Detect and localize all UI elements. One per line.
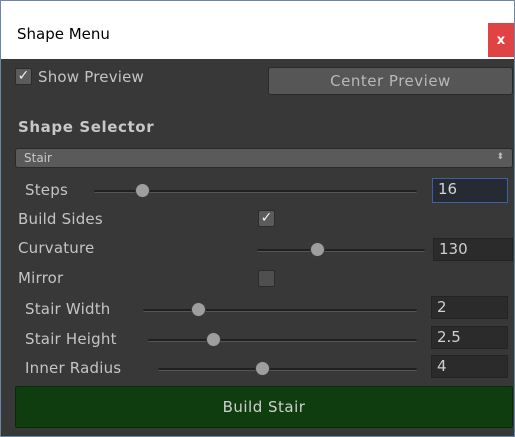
build-sides-checkbox[interactable]: ✓ xyxy=(258,210,275,227)
title-bar[interactable]: Shape Menu x xyxy=(1,1,514,59)
curvature-input[interactable]: 130 xyxy=(433,238,513,261)
stair-height-input[interactable]: 2.5 xyxy=(431,326,508,349)
close-icon: x xyxy=(496,32,506,48)
close-button[interactable]: x xyxy=(488,23,514,57)
stair-width-input[interactable]: 2 xyxy=(431,296,508,319)
mirror-checkbox[interactable] xyxy=(258,270,275,287)
curvature-slider-track[interactable] xyxy=(257,249,425,252)
steps-input[interactable]: 16 xyxy=(432,178,508,203)
stair-width-slider-thumb[interactable] xyxy=(190,302,206,317)
content-panel: ✓ Show Preview Center Preview Shape Sele… xyxy=(1,59,514,436)
stair-height-label: Stair Height xyxy=(25,330,117,348)
mirror-label: Mirror xyxy=(18,269,64,287)
inner-radius-slider-track[interactable] xyxy=(158,368,417,371)
steps-label: Steps xyxy=(25,181,68,199)
checkmark-icon: ✓ xyxy=(17,68,30,84)
center-preview-button[interactable]: Center Preview xyxy=(268,67,513,95)
stair-width-slider-track[interactable] xyxy=(143,309,417,312)
shape-menu-window: Shape Menu x ✓ Show Preview Center Previ… xyxy=(0,0,515,437)
build-sides-label: Build Sides xyxy=(18,210,103,228)
window-title: Shape Menu xyxy=(17,25,110,43)
shape-dropdown[interactable]: Stair ⬍ xyxy=(15,148,513,168)
stair-width-label: Stair Width xyxy=(25,300,111,318)
curvature-slider-thumb[interactable] xyxy=(310,242,326,257)
shape-selector-heading: Shape Selector xyxy=(18,118,155,136)
show-preview-checkbox[interactable]: ✓ xyxy=(15,68,32,85)
show-preview-label: Show Preview xyxy=(38,68,145,86)
inner-radius-label: Inner Radius xyxy=(25,359,122,377)
build-stair-button[interactable]: Build Stair xyxy=(15,386,513,428)
stair-height-slider-track[interactable] xyxy=(148,339,417,342)
inner-radius-slider-thumb[interactable] xyxy=(254,361,270,376)
stair-height-slider-thumb[interactable] xyxy=(205,332,221,347)
curvature-label: Curvature xyxy=(18,239,95,257)
shape-dropdown-value: Stair xyxy=(24,151,52,165)
steps-slider-thumb[interactable] xyxy=(135,183,151,198)
checkmark-icon: ✓ xyxy=(260,210,273,226)
dropdown-arrows-icon: ⬍ xyxy=(496,152,504,162)
inner-radius-input[interactable]: 4 xyxy=(431,355,508,378)
